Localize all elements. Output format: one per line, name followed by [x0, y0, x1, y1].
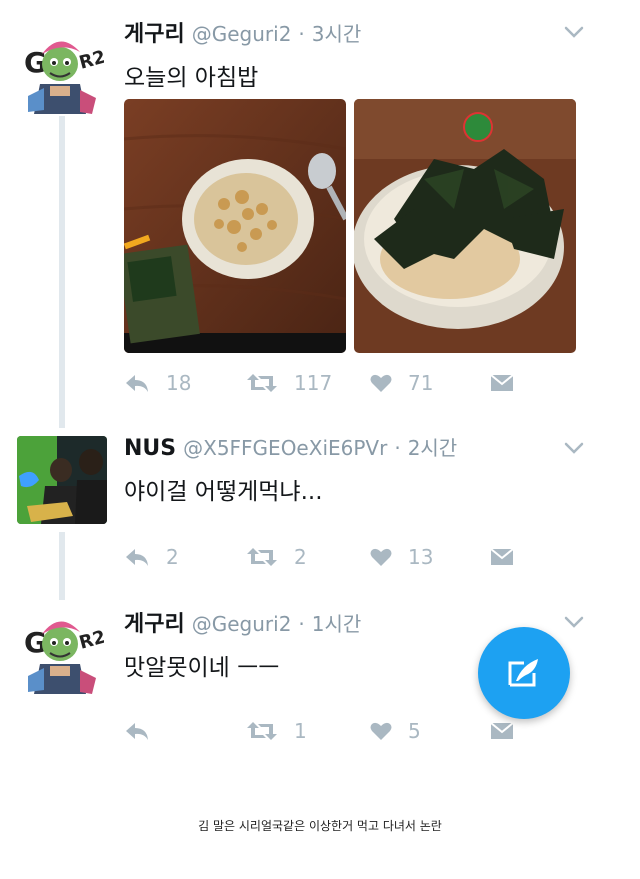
display-name[interactable]: 게구리: [124, 612, 185, 637]
heart-icon: [370, 548, 392, 566]
like-button[interactable]: 13: [370, 542, 433, 572]
reply-button[interactable]: 18: [124, 368, 191, 398]
avatar[interactable]: G R2: [20, 28, 104, 116]
tweet-header: 게구리 @Geguri2 · 3시간: [124, 16, 361, 48]
envelope-icon: [490, 374, 514, 391]
retweet-count: 1: [294, 719, 307, 743]
separator-dot: ·: [298, 22, 305, 46]
image-caption: 김 말은 시리얼국같은 이상한거 먹고 다녀서 논란: [198, 819, 442, 833]
like-count: 71: [408, 371, 434, 395]
like-count: 13: [408, 545, 434, 569]
user-handle[interactable]: @X5FFGEOeXiE6PVr: [183, 436, 387, 460]
retweet-icon: [247, 722, 277, 740]
retweet-button[interactable]: 1: [246, 716, 307, 746]
geguri-avatar-icon: G R2: [20, 28, 104, 116]
tweet-actions: 18 117 71: [124, 368, 524, 398]
direct-message-button[interactable]: [490, 542, 514, 572]
user-handle[interactable]: @Geguri2: [192, 22, 292, 46]
envelope-icon: [490, 722, 514, 739]
reply-icon: [126, 549, 148, 566]
nus-avatar-icon: [17, 436, 107, 524]
tweet-header: 게구리 @Geguri2 · 1시간: [124, 606, 361, 638]
envelope-icon: [490, 548, 514, 565]
geguri-avatar-icon: G R2: [20, 608, 104, 696]
tweet[interactable]: G R2 게구리 @Geguri2 · 3시간 오늘의 아침밥 18 117 7…: [0, 16, 640, 406]
reply-count: 2: [166, 545, 179, 569]
compose-tweet-button[interactable]: [478, 627, 570, 719]
avatar[interactable]: G R2: [20, 608, 104, 696]
tweet-actions: 1 5: [124, 716, 524, 746]
reply-count: 18: [166, 371, 192, 395]
chevron-down-icon[interactable]: [562, 20, 586, 44]
display-name[interactable]: NUS: [124, 436, 176, 461]
retweet-icon: [247, 548, 277, 566]
retweet-count: 2: [294, 545, 307, 569]
retweet-count: 117: [294, 371, 333, 395]
tweet-header: NUS @X5FFGEOeXiE6PVr · 2시간: [124, 432, 457, 461]
heart-icon: [370, 374, 392, 392]
chevron-down-icon[interactable]: [562, 436, 586, 460]
direct-message-button[interactable]: [490, 368, 514, 398]
retweet-button[interactable]: 117: [246, 368, 332, 398]
tweet-media[interactable]: [124, 99, 576, 353]
tweet-text: 오늘의 아침밥: [124, 65, 259, 91]
retweet-button[interactable]: 2: [246, 542, 307, 572]
reply-button[interactable]: [124, 716, 166, 746]
like-button[interactable]: 5: [370, 716, 421, 746]
heart-icon: [370, 722, 392, 740]
timestamp[interactable]: 1시간: [312, 612, 362, 636]
user-handle[interactable]: @Geguri2: [192, 612, 292, 636]
timestamp[interactable]: 2시간: [408, 436, 458, 460]
avatar[interactable]: [17, 436, 107, 524]
tweet[interactable]: NUS @X5FFGEOeXiE6PVr · 2시간 야이걸 어떻게먹냐... …: [0, 432, 640, 582]
like-button[interactable]: 71: [370, 368, 433, 398]
chevron-down-icon[interactable]: [562, 610, 586, 634]
separator-dot: ·: [394, 436, 401, 460]
reply-icon: [126, 375, 148, 392]
tweet-text: 야이걸 어떻게먹냐...: [124, 479, 323, 505]
tweet-text: 맛알못이네 ㅡㅡ: [124, 655, 280, 681]
reply-button[interactable]: 2: [124, 542, 179, 572]
direct-message-button[interactable]: [490, 716, 514, 746]
seaweed-bowl-photo[interactable]: [354, 99, 576, 353]
display-name[interactable]: 게구리: [124, 22, 185, 47]
cereal-bowl-photo[interactable]: [124, 99, 346, 353]
separator-dot: ·: [298, 612, 305, 636]
tweet-actions: 2 2 13: [124, 542, 524, 572]
reply-icon: [126, 723, 148, 740]
retweet-icon: [247, 374, 277, 392]
timestamp[interactable]: 3시간: [312, 22, 362, 46]
like-count: 5: [408, 719, 421, 743]
compose-quill-icon: [508, 659, 538, 687]
